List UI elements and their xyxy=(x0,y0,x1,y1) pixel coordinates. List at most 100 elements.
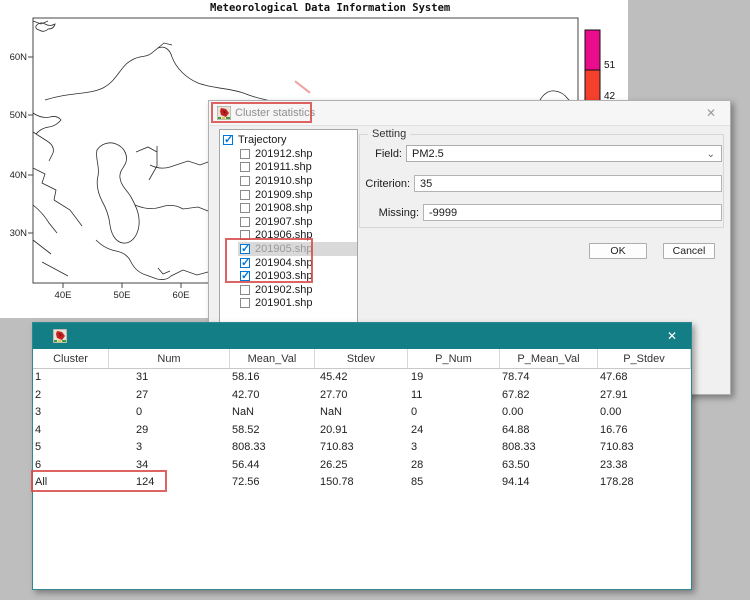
tree-item-201909[interactable]: 201909.shp xyxy=(238,188,357,202)
column-header-mean_val[interactable]: Mean_Val xyxy=(230,349,315,368)
table-cell: 808.33 xyxy=(230,439,315,457)
app-icon xyxy=(53,329,67,343)
table-cell: 6 xyxy=(33,457,109,475)
cluster-result-window: ✕ ClusterNumMean_ValStdevP_NumP_Mean_Val… xyxy=(32,322,692,590)
tree-item-label: 201902.shp xyxy=(255,284,313,296)
tree-item-201902[interactable]: 201902.shp xyxy=(238,283,357,297)
table-cell: 34 xyxy=(109,457,230,475)
table-cell: 710.83 xyxy=(598,439,691,457)
table-row[interactable]: 42958.5220.912464.8816.76 xyxy=(33,422,691,440)
tree-root-trajectory[interactable]: Trajectory xyxy=(220,132,357,147)
criterion-label: Criterion: xyxy=(360,178,410,190)
checkbox[interactable] xyxy=(240,298,250,308)
table-row[interactable]: 63456.4426.252863.5023.38 xyxy=(33,457,691,475)
table-cell: 1 xyxy=(33,369,109,387)
colorbar: 5142 xyxy=(585,30,616,106)
column-header-p_mean_val[interactable]: P_Mean_Val xyxy=(500,349,598,368)
table-row[interactable]: 13158.1645.421978.7447.68 xyxy=(33,369,691,387)
table-row[interactable]: 22742.7027.701167.8227.91 xyxy=(33,387,691,405)
column-header-stdev[interactable]: Stdev xyxy=(315,349,408,368)
tree-item-201905[interactable]: 201905.shp xyxy=(238,242,357,256)
checkbox[interactable] xyxy=(240,176,250,186)
dialog-close-icon[interactable]: ✕ xyxy=(702,105,720,121)
svg-text:50E: 50E xyxy=(114,290,131,301)
checkbox[interactable] xyxy=(240,230,250,240)
dialog-titlebar[interactable]: Cluster statistics ✕ xyxy=(209,101,730,126)
table-cell: 94.14 xyxy=(500,474,598,492)
tree-item-201912[interactable]: 201912.shp xyxy=(238,147,357,161)
tree-item-201904[interactable]: 201904.shp xyxy=(238,256,357,270)
table-cell: 31 xyxy=(109,369,230,387)
table-cell: 58.16 xyxy=(230,369,315,387)
chevron-down-icon: ⌄ xyxy=(707,147,715,163)
tree-item-201907[interactable]: 201907.shp xyxy=(238,215,357,229)
tree-item-label: 201903.shp xyxy=(255,270,313,282)
tree-item-label: 201901.shp xyxy=(255,297,313,309)
table-cell: 56.44 xyxy=(230,457,315,475)
dialog-title: Cluster statistics xyxy=(235,107,315,119)
checkbox[interactable] xyxy=(240,190,250,200)
checkbox[interactable] xyxy=(223,135,233,145)
tree-item-label: 201905.shp xyxy=(255,243,313,255)
table-cell: 27 xyxy=(109,387,230,405)
table-header-row: ClusterNumMean_ValStdevP_NumP_Mean_ValP_… xyxy=(33,349,691,369)
table-cell: 63.50 xyxy=(500,457,598,475)
column-header-num[interactable]: Num xyxy=(109,349,230,368)
table-cell: 150.78 xyxy=(315,474,408,492)
table-close-icon[interactable]: ✕ xyxy=(663,328,681,344)
table-row[interactable]: 53808.33710.833808.33710.83 xyxy=(33,439,691,457)
table-cell: 0.00 xyxy=(598,404,691,422)
table-cell: 19 xyxy=(408,369,500,387)
table-cell: 85 xyxy=(408,474,500,492)
table-cell: 5 xyxy=(33,439,109,457)
setting-groupbox: Setting Field: PM2.5 ⌄ Criterion: Missin… xyxy=(359,134,724,228)
table-cell: 58.52 xyxy=(230,422,315,440)
table-cell: 72.56 xyxy=(230,474,315,492)
column-header-p_stdev[interactable]: P_Stdev xyxy=(598,349,691,368)
checkbox[interactable] xyxy=(240,149,250,159)
tree-item-201910[interactable]: 201910.shp xyxy=(238,174,357,188)
checkbox[interactable] xyxy=(240,217,250,227)
checkbox[interactable] xyxy=(240,271,250,281)
table-cell: 42.70 xyxy=(230,387,315,405)
column-header-p_num[interactable]: P_Num xyxy=(408,349,500,368)
checkbox[interactable] xyxy=(240,162,250,172)
y-axis-ticks: 60N50N40N30N xyxy=(10,52,33,239)
criterion-input[interactable] xyxy=(414,175,722,192)
checkbox[interactable] xyxy=(240,285,250,295)
table-row[interactable]: 30NaNNaN00.000.00 xyxy=(33,404,691,422)
table-cell: 0 xyxy=(408,404,500,422)
tree-item-201908[interactable]: 201908.shp xyxy=(238,201,357,215)
tree-item-201901[interactable]: 201901.shp xyxy=(238,297,357,311)
tree-item-label: 201909.shp xyxy=(255,189,313,201)
setting-legend: Setting xyxy=(368,128,410,140)
field-select[interactable]: PM2.5 ⌄ xyxy=(406,145,722,162)
table-cell: 20.91 xyxy=(315,422,408,440)
svg-text:51: 51 xyxy=(604,60,616,71)
svg-text:40N: 40N xyxy=(10,170,28,181)
missing-input[interactable] xyxy=(423,204,722,221)
cancel-button[interactable]: Cancel xyxy=(663,243,715,259)
table-cell: 0.00 xyxy=(500,404,598,422)
checkbox[interactable] xyxy=(240,258,250,268)
table-row[interactable]: All12472.56150.788594.14178.28 xyxy=(33,474,691,492)
table-titlebar[interactable]: ✕ xyxy=(33,323,691,349)
table-cell: 64.88 xyxy=(500,422,598,440)
desktop: { "map_window": { "title": "Meteorologic… xyxy=(0,0,750,600)
table-cell: 4 xyxy=(33,422,109,440)
checkbox[interactable] xyxy=(240,244,250,254)
table-cell: 78.74 xyxy=(500,369,598,387)
table-cell: 27.91 xyxy=(598,387,691,405)
tree-root-label: Trajectory xyxy=(238,134,287,146)
ok-button[interactable]: OK xyxy=(589,243,647,259)
tree-item-201906[interactable]: 201906.shp xyxy=(238,229,357,243)
table-cell: 178.28 xyxy=(598,474,691,492)
svg-text:60E: 60E xyxy=(173,290,190,301)
checkbox[interactable] xyxy=(240,203,250,213)
svg-text:30N: 30N xyxy=(10,228,28,239)
tree-item-label: 201904.shp xyxy=(255,257,313,269)
table-cell: 124 xyxy=(109,474,230,492)
tree-item-201903[interactable]: 201903.shp xyxy=(238,269,357,283)
column-header-cluster[interactable]: Cluster xyxy=(33,349,109,368)
tree-item-201911[interactable]: 201911.shp xyxy=(238,161,357,175)
